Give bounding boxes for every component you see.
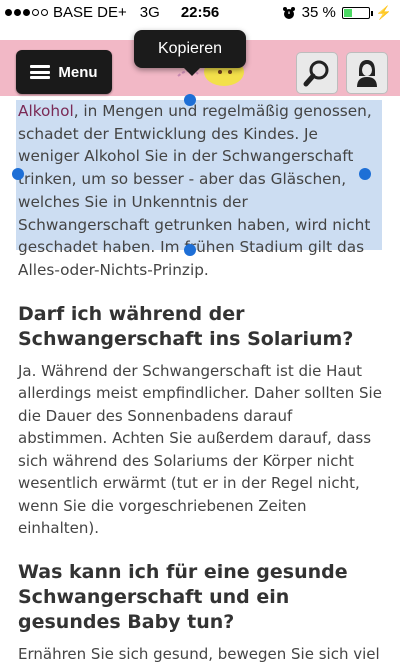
selection-handle-right[interactable] xyxy=(359,168,371,180)
alkohol-link[interactable]: Alkohol xyxy=(18,102,74,120)
paragraph-healthy-pregnancy: Ernähren Sie sich gesund, bewegen Sie si… xyxy=(18,644,380,663)
heading-solarium: Darf ich während der Schwangerschaft ins… xyxy=(18,302,354,350)
battery-percent: 35 % xyxy=(301,4,336,21)
paragraph-solarium: Ja. Während der Schwangerschaft ist die … xyxy=(18,361,382,538)
battery-icon xyxy=(341,6,373,19)
copy-tooltip[interactable]: Kopieren xyxy=(134,30,246,76)
charging-icon: ⚡ xyxy=(375,4,392,20)
menu-button[interactable]: Menu xyxy=(16,50,112,94)
menu-label: Menu xyxy=(58,63,98,81)
alarm-clock-icon xyxy=(282,6,295,19)
status-bar: BASE DE+ 3G 22:56 35 % ⚡ xyxy=(0,0,400,26)
user-avatar-icon xyxy=(357,60,377,87)
status-right: 35 % ⚡ xyxy=(282,4,392,21)
article-content: Alkohol, in Mengen und regelmäßig genoss… xyxy=(12,94,382,665)
selection-handle-bottom[interactable] xyxy=(184,244,196,256)
selected-paragraph: Alkohol, in Mengen und regelmäßig genoss… xyxy=(12,94,382,282)
heading-healthy-pregnancy: Was kann ich für eine gesunde Schwangers… xyxy=(18,560,348,633)
search-button[interactable] xyxy=(296,52,338,94)
profile-button[interactable] xyxy=(346,52,388,94)
selection-handle-left[interactable] xyxy=(12,168,24,180)
hamburger-icon xyxy=(30,65,51,79)
selection-handle-top[interactable] xyxy=(184,94,196,106)
magnifier-icon xyxy=(303,60,329,87)
copy-label: Kopieren xyxy=(157,40,223,57)
